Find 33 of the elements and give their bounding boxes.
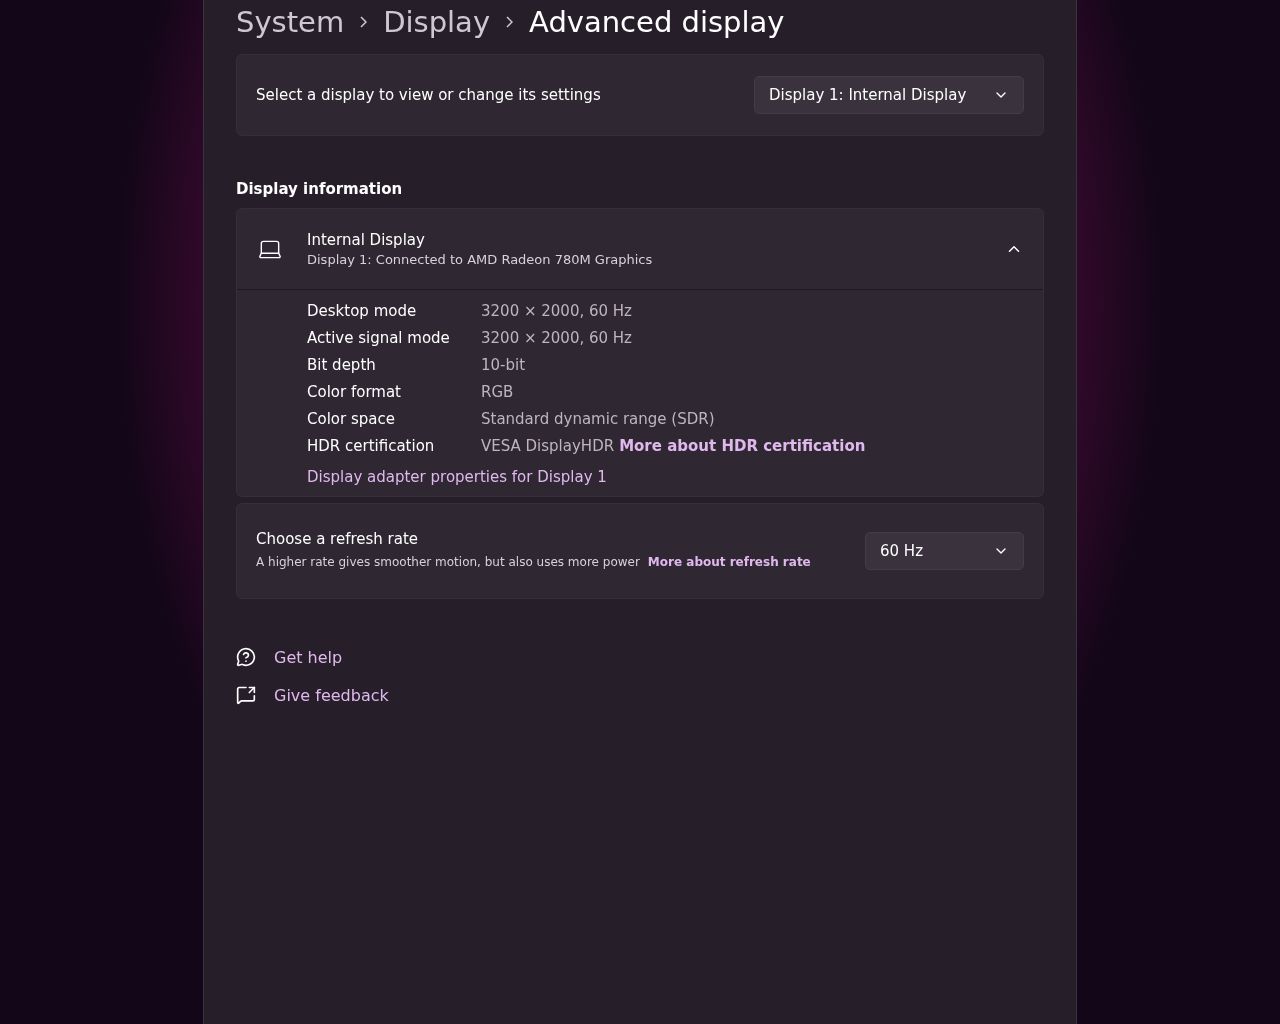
info-label: Desktop mode [307,302,418,320]
info-value: 10-bit [481,356,526,374]
chevron-right-icon [360,16,368,28]
info-value: Standard dynamic range (SDR) [481,410,715,428]
help-icon [236,647,256,667]
help-link[interactable]: Get help [274,647,343,667]
breadcrumb-item[interactable]: System [236,5,345,39]
help-link[interactable]: Give feedback [274,685,389,705]
breadcrumb-item: Advanced display [529,5,785,39]
refresh-title: Choose a refresh rate [256,530,420,548]
adapter-properties-link[interactable]: Display adapter properties for Display 1 [307,468,607,486]
info-label: Color format [307,383,402,401]
info-value: 3200 × 2000, 60 Hz [481,302,632,320]
info-label: Color space [307,410,396,428]
info-label: Active signal mode [307,329,451,347]
display-select-label: Select a display to view or change its settings [256,86,601,104]
info-label: HDR certification [307,437,436,455]
display-dropdown[interactable]: Display 1: Internal Display [754,76,1024,114]
refresh-rate-dropdown[interactable]: 60 Hz [865,532,1024,570]
chevron-right-icon [506,16,514,28]
info-label: Bit depth [307,356,377,374]
info-value: VESA DisplayHDR [481,437,615,455]
refresh-link[interactable]: More about refresh rate [647,552,811,572]
info-value: RGB [481,383,514,401]
feedback-icon [236,685,256,705]
info-value: 3200 × 2000, 60 Hz [481,329,632,347]
display-title: Internal Display [307,231,426,249]
hdr-link[interactable]: More about HDR certification [619,437,866,455]
breadcrumb-item[interactable]: Display [383,5,491,39]
display-info-header[interactable]: Internal Display Display 1: Connected to AMD Radeon 780M Graphics [237,209,1043,290]
display-subtitle: Display 1: Connected to AMD Radeon 780M Graphics [307,252,654,267]
refresh-description: A higher rate gives smoother motion, but also uses more power [256,554,640,571]
section-title: Display information [236,180,404,198]
